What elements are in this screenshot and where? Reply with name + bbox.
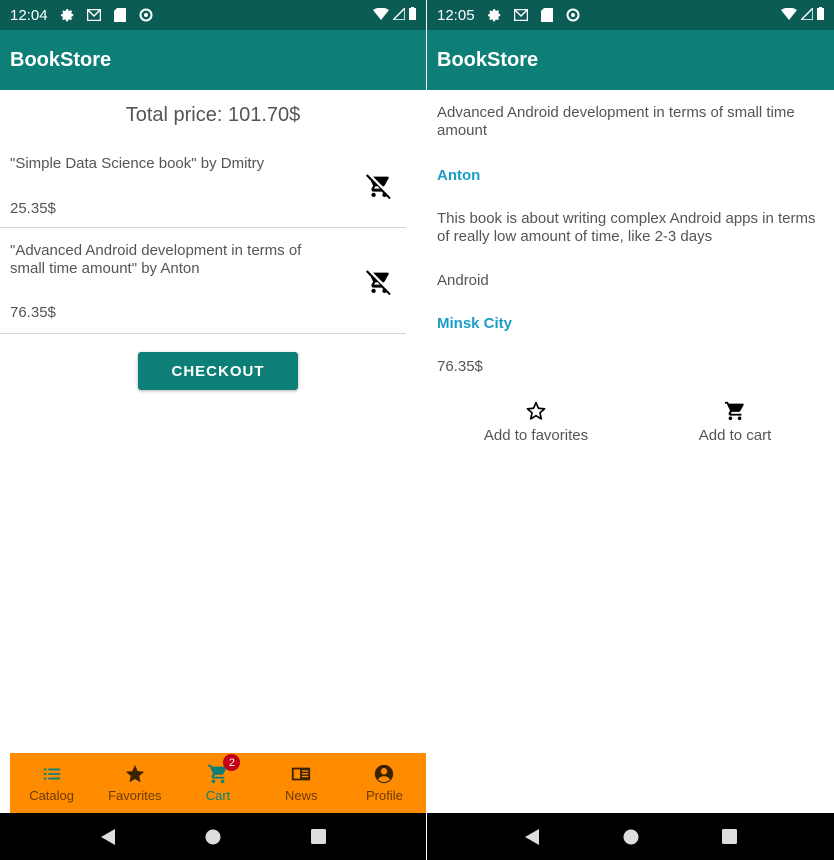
nav-item-profile[interactable]: Profile — [343, 753, 426, 813]
newspaper-icon — [292, 767, 311, 781]
signal-icon — [391, 5, 406, 24]
gmail-icon — [86, 8, 102, 22]
battery-icon — [409, 6, 416, 24]
add-to-favorites-label: Add to favorites — [483, 427, 589, 444]
remove-from-cart-icon[interactable] — [366, 173, 392, 199]
cart-item-title: "Advanced Android development in terms o… — [10, 242, 302, 277]
status-bar: 12:04 — [0, 0, 426, 30]
star-outline-icon — [526, 401, 546, 420]
status-bar: 12:05 — [427, 0, 834, 30]
home-icon[interactable] — [203, 827, 223, 847]
battery-icon — [817, 6, 824, 24]
nav-label: Cart — [205, 788, 231, 803]
app-title: BookStore — [10, 48, 112, 71]
add-to-cart-label: Add to cart — [698, 427, 772, 444]
system-navigation-bar — [427, 813, 834, 860]
sd-card-icon — [112, 8, 128, 22]
signal-icon — [799, 5, 814, 24]
nav-item-cart[interactable]: 2 Cart — [176, 753, 259, 813]
star-icon — [125, 764, 144, 783]
sync-icon — [138, 8, 154, 22]
recents-icon[interactable] — [720, 827, 740, 847]
book-title: Advanced Android development in terms of… — [437, 104, 795, 139]
nav-label: News — [284, 788, 318, 803]
wifi-icon — [373, 7, 389, 24]
list-icon — [43, 768, 60, 780]
sync-icon — [565, 8, 581, 22]
nav-label: Catalog — [29, 788, 74, 803]
bottom-navigation: Catalog Favorites 2 Cart News Profile — [10, 753, 426, 813]
back-icon[interactable] — [98, 827, 118, 847]
cart-item-price: 76.35$ — [10, 304, 56, 321]
book-detail-screen: 12:05 BookStore Advanced Android develop… — [427, 0, 834, 860]
nav-item-news[interactable]: News — [260, 753, 343, 813]
book-genre: Android — [437, 272, 489, 289]
cart-screen: 12:04 BookStore Total price: 101.70$ "Si… — [0, 0, 426, 860]
add-to-favorites-button[interactable]: Add to favorites — [471, 400, 601, 444]
app-title: BookStore — [437, 48, 539, 71]
app-bar: BookStore — [427, 30, 834, 90]
recents-icon[interactable] — [308, 827, 328, 847]
cart-badge: 2 — [223, 754, 241, 771]
gmail-icon — [513, 8, 529, 22]
nav-label: Profile — [365, 788, 403, 803]
cart-item: "Advanced Android development in terms o… — [0, 242, 406, 334]
total-price: Total price: 101.70$ — [125, 104, 301, 126]
add-to-cart-button[interactable]: Add to cart — [670, 400, 800, 444]
account-icon — [375, 764, 394, 784]
book-description: This book is about writing complex Andro… — [437, 210, 816, 245]
checkout-button[interactable]: CHECKOUT — [138, 352, 298, 390]
system-navigation-bar — [0, 813, 426, 860]
settings-icon — [60, 8, 76, 22]
author-link[interactable]: Anton — [437, 167, 480, 184]
back-icon[interactable] — [522, 827, 542, 847]
cart-item: "Simple Data Science book" by Dmitry 25.… — [0, 155, 406, 228]
book-price: 76.35$ — [437, 358, 483, 375]
nav-item-favorites[interactable]: Favorites — [93, 753, 176, 813]
status-time: 12:05 — [437, 6, 475, 24]
wifi-icon — [781, 7, 797, 24]
status-time: 12:04 — [10, 6, 48, 24]
app-bar: BookStore — [0, 30, 426, 90]
cart-icon — [724, 401, 744, 421]
cart-item-title: "Simple Data Science book" by Dmitry — [10, 155, 265, 172]
settings-icon — [487, 8, 503, 22]
nav-item-catalog[interactable]: Catalog — [10, 753, 93, 813]
home-icon[interactable] — [621, 827, 641, 847]
sd-card-icon — [539, 8, 555, 22]
cart-item-price: 25.35$ — [10, 200, 56, 217]
remove-from-cart-icon[interactable] — [366, 269, 392, 295]
nav-label: Favorites — [108, 788, 162, 803]
city-link[interactable]: Minsk City — [437, 315, 512, 332]
